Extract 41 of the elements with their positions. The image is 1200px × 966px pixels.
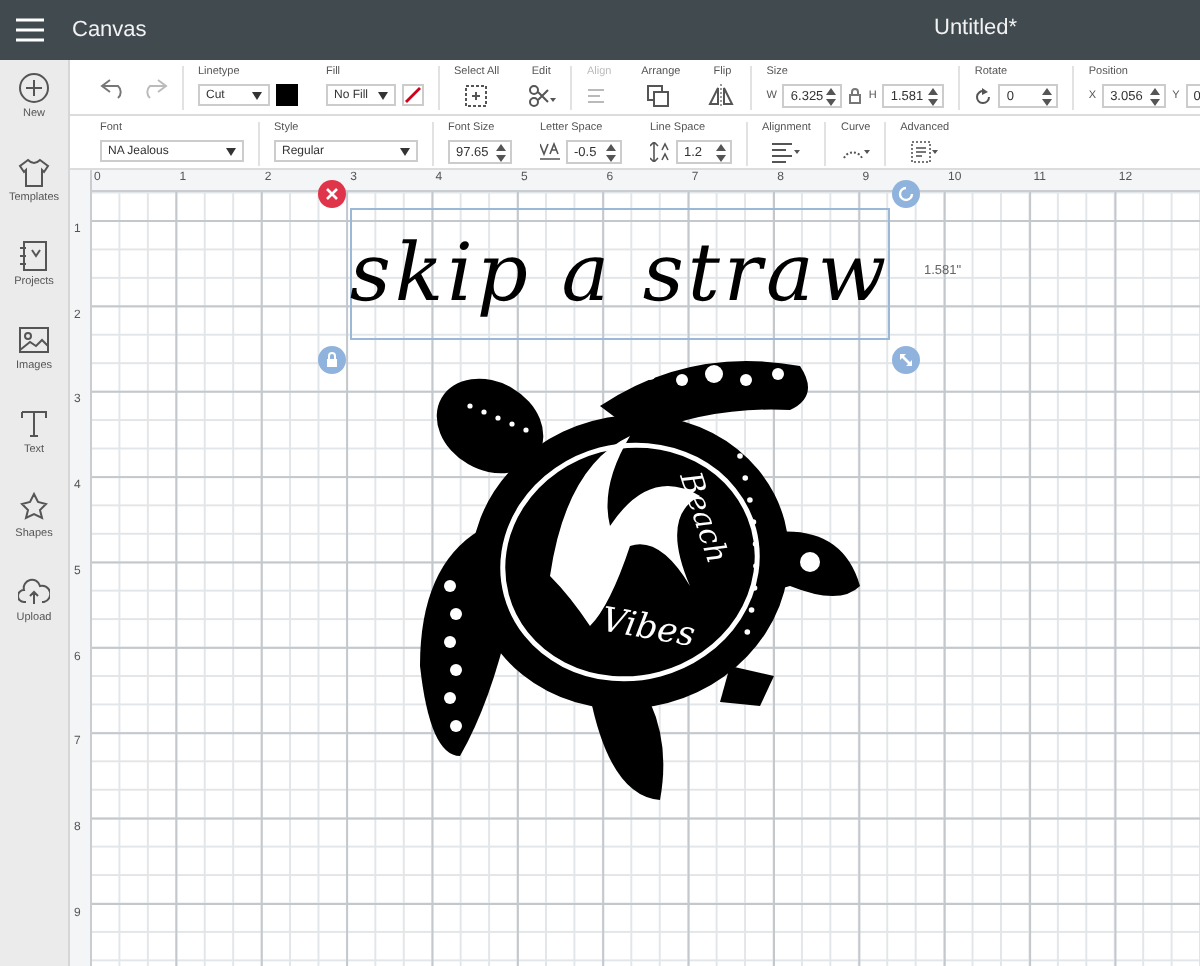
plus-icon — [18, 72, 50, 104]
shapes-icon — [18, 492, 50, 524]
color-swatch[interactable] — [276, 84, 298, 106]
select-all-icon[interactable] — [462, 84, 491, 108]
menu-icon[interactable] — [16, 18, 44, 42]
caret-icon — [378, 91, 388, 99]
document-title: Untitled* — [934, 16, 1018, 40]
artwork-text: Vibes — [598, 600, 698, 657]
no-fill-swatch-icon[interactable] — [402, 84, 424, 106]
text-align-icon[interactable] — [772, 140, 801, 164]
script-text: skip a straw — [349, 228, 891, 320]
spinner-icon[interactable] — [716, 143, 726, 161]
spinner-icon[interactable] — [826, 87, 837, 105]
scissors-icon[interactable] — [527, 84, 556, 108]
cloud-upload-icon — [18, 576, 50, 608]
spinner-icon[interactable] — [1042, 87, 1053, 105]
undo-icon[interactable] — [100, 76, 128, 100]
caret-icon — [400, 147, 410, 155]
app-title: Canvas — [72, 18, 147, 42]
rotate-handle-icon[interactable] — [892, 180, 920, 208]
advanced-icon[interactable] — [910, 140, 939, 164]
lock-icon[interactable] — [848, 88, 863, 104]
line-spacing-icon — [650, 142, 670, 162]
image-icon — [18, 324, 50, 356]
lock-handle-icon[interactable] — [318, 346, 346, 374]
caret-icon — [252, 91, 262, 99]
delete-handle-icon[interactable] — [318, 180, 346, 208]
spinner-icon[interactable] — [1150, 87, 1161, 105]
caret-icon — [226, 147, 236, 155]
rotate-icon — [974, 87, 993, 105]
letter-spacing-icon — [540, 142, 560, 162]
notebook-icon — [18, 240, 50, 272]
spinner-icon[interactable] — [928, 87, 939, 105]
spinner-icon[interactable] — [496, 143, 506, 161]
flip-icon[interactable] — [708, 84, 737, 108]
spinner-icon[interactable] — [606, 143, 616, 161]
text-icon — [18, 408, 50, 440]
shirt-icon — [18, 156, 50, 188]
text-object[interactable]: skip a straw — [350, 208, 890, 340]
arrange-icon[interactable] — [646, 84, 675, 108]
resize-handle-icon[interactable] — [892, 346, 920, 374]
